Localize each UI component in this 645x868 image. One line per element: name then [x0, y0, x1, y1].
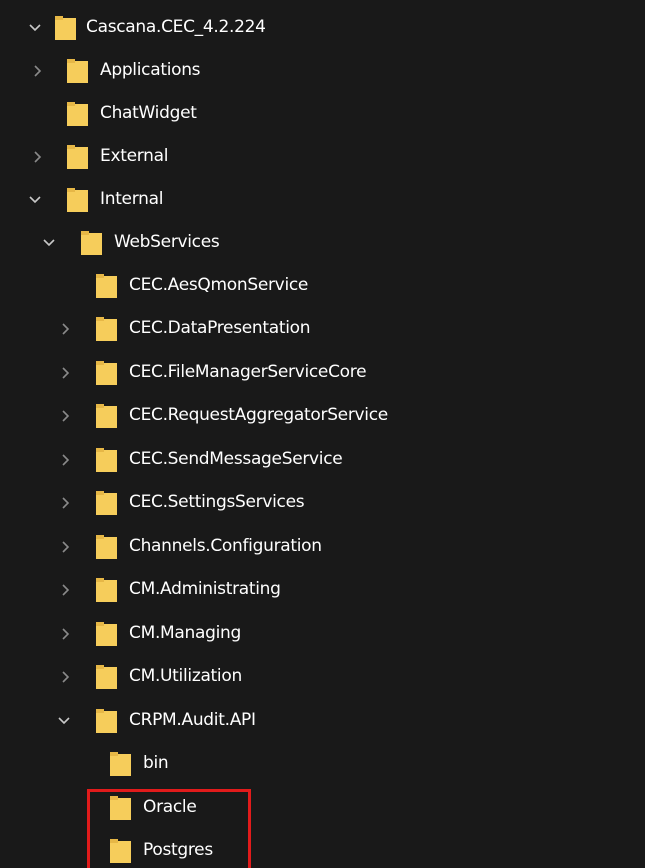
folder-icon	[96, 491, 117, 515]
tree-item-external[interactable]: External	[0, 135, 645, 179]
chevron-right-icon[interactable]	[58, 664, 72, 690]
tree-item-cec-sendmessageservice[interactable]: CEC.SendMessageService	[0, 438, 645, 482]
tree-item-label: CM.Utilization	[129, 666, 242, 686]
chevron-right-icon[interactable]	[58, 534, 72, 560]
tree-item-postgres[interactable]: Postgres	[0, 829, 645, 868]
tree-item-label: CEC.RequestAggregatorService	[129, 405, 388, 425]
tree-item-label: Channels.Configuration	[129, 536, 322, 556]
tree-item-applications[interactable]: Applications	[0, 49, 645, 93]
tree-item-cec-requestaggregatorservice[interactable]: CEC.RequestAggregatorService	[0, 394, 645, 438]
tree-item-cec-aesqmonservice[interactable]: CEC.AesQmonService	[0, 264, 645, 308]
chevron-right-icon[interactable]	[58, 403, 72, 429]
tree-item-chatwidget[interactable]: ChatWidget	[0, 92, 645, 136]
folder-icon	[96, 361, 117, 385]
tree-item-crpm-audit-api[interactable]: CRPM.Audit.API	[0, 699, 645, 743]
tree-item-cm-administrating[interactable]: CM.Administrating	[0, 568, 645, 612]
tree-item-label: CEC.DataPresentation	[129, 318, 311, 338]
tree-item-label: External	[100, 146, 169, 166]
tree-item-bin[interactable]: bin	[0, 742, 645, 786]
folder-icon	[96, 448, 117, 472]
tree-item-cec-settingsservices[interactable]: CEC.SettingsServices	[0, 481, 645, 525]
tree-item-cm-managing[interactable]: CM.Managing	[0, 612, 645, 656]
folder-icon	[110, 752, 131, 776]
folder-icon	[55, 16, 76, 40]
folder-icon	[67, 102, 88, 126]
tree-item-cm-utilization[interactable]: CM.Utilization	[0, 655, 645, 699]
folder-icon	[96, 404, 117, 428]
tree-item-label: CRPM.Audit.API	[129, 710, 256, 730]
chevron-down-icon[interactable]	[57, 708, 71, 734]
chevron-right-icon[interactable]	[58, 490, 72, 516]
folder-icon	[81, 231, 102, 255]
folder-icon	[96, 665, 117, 689]
folder-icon	[96, 317, 117, 341]
folder-icon	[110, 796, 131, 820]
tree-item-internal[interactable]: Internal	[0, 178, 645, 222]
tree-item-label: CEC.SettingsServices	[129, 492, 305, 512]
chevron-right-icon[interactable]	[58, 447, 72, 473]
chevron-down-icon[interactable]	[28, 15, 42, 41]
tree-item-label: Postgres	[143, 840, 213, 860]
tree-item-label: CEC.AesQmonService	[129, 275, 309, 295]
folder-tree: Cascana.CEC_4.2.224 Applications ChatWid…	[0, 0, 645, 868]
folder-icon	[96, 578, 117, 602]
chevron-right-icon[interactable]	[58, 360, 72, 386]
tree-item-cec-datapresentation[interactable]: CEC.DataPresentation	[0, 307, 645, 351]
chevron-down-icon[interactable]	[42, 230, 56, 256]
chevron-right-icon[interactable]	[58, 621, 72, 647]
chevron-right-icon[interactable]	[30, 144, 44, 170]
tree-item-cec-filemanagerservicecore[interactable]: CEC.FileManagerServiceCore	[0, 351, 645, 395]
tree-item-label: CEC.SendMessageService	[129, 449, 343, 469]
tree-item-label: CM.Administrating	[129, 579, 281, 599]
tree-item-label: Internal	[100, 189, 164, 209]
folder-icon	[67, 59, 88, 83]
folder-icon	[96, 622, 117, 646]
tree-item-cascana-cec[interactable]: Cascana.CEC_4.2.224	[0, 6, 645, 50]
tree-item-label: Cascana.CEC_4.2.224	[86, 17, 266, 37]
tree-item-label: CEC.FileManagerServiceCore	[129, 362, 367, 382]
tree-item-webservices[interactable]: WebServices	[0, 221, 645, 265]
tree-item-label: bin	[143, 753, 169, 773]
folder-icon	[96, 274, 117, 298]
tree-item-label: WebServices	[114, 232, 220, 252]
folder-icon	[96, 535, 117, 559]
chevron-down-icon[interactable]	[28, 187, 42, 213]
tree-item-label: CM.Managing	[129, 623, 241, 643]
tree-item-channels-configuration[interactable]: Channels.Configuration	[0, 525, 645, 569]
tree-item-label: Applications	[100, 60, 201, 80]
folder-icon	[67, 188, 88, 212]
folder-icon	[67, 145, 88, 169]
tree-item-oracle[interactable]: Oracle	[0, 786, 645, 830]
chevron-right-icon[interactable]	[58, 577, 72, 603]
tree-item-label: ChatWidget	[100, 103, 197, 123]
folder-icon	[110, 839, 131, 863]
folder-icon	[96, 709, 117, 733]
tree-item-label: Oracle	[143, 797, 197, 817]
chevron-right-icon[interactable]	[30, 58, 44, 84]
chevron-right-icon[interactable]	[58, 316, 72, 342]
